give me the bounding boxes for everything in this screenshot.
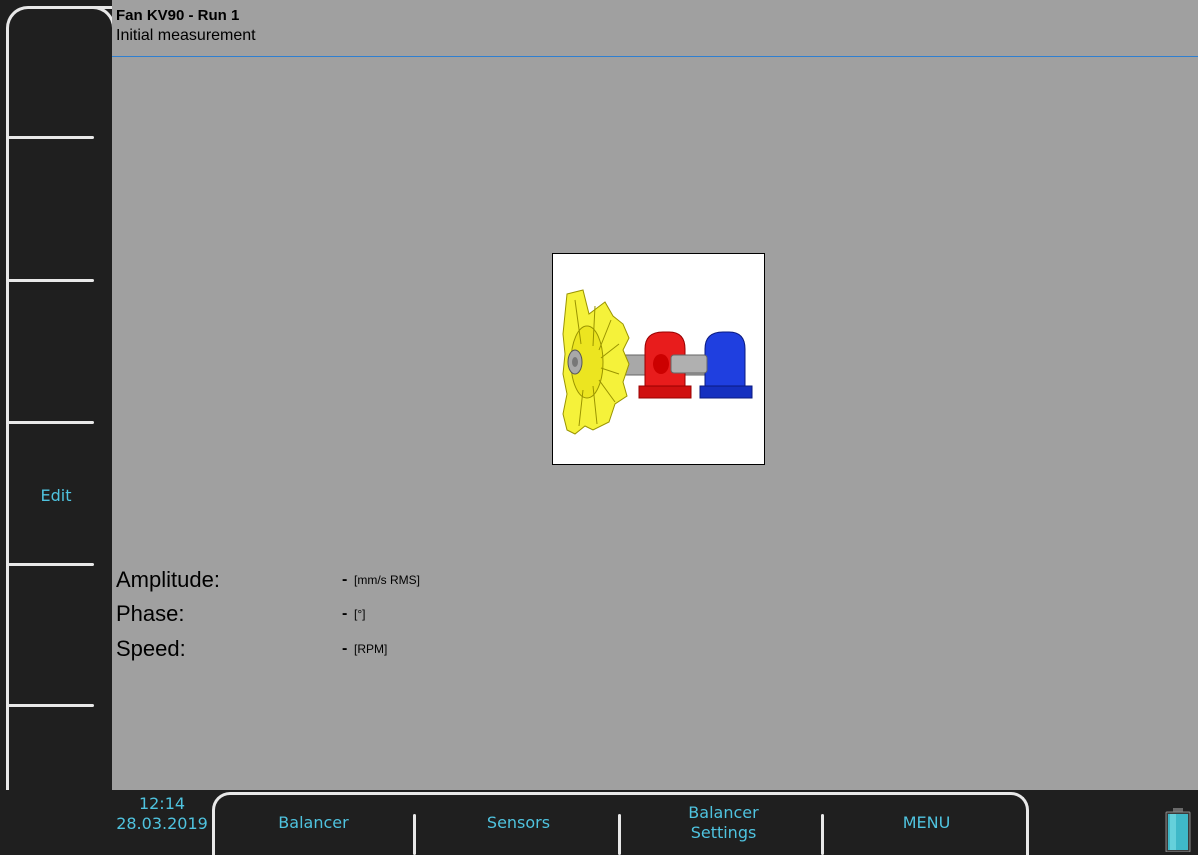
balancer-button[interactable]: Balancer [212, 790, 415, 855]
phase-unit: [°] [354, 607, 366, 621]
bottom-divider [821, 814, 824, 855]
edit-softkey[interactable]: Edit [0, 424, 112, 566]
speed-unit: [RPM] [354, 642, 388, 656]
bearing-blue [699, 331, 753, 399]
clock-time: 12:14 [138, 794, 186, 813]
fan-rotor-illustration [562, 289, 753, 435]
left-softkey-panel: Edit [0, 0, 115, 855]
header-divider [112, 56, 1198, 57]
softkey-1[interactable] [0, 0, 112, 142]
sensors-button[interactable]: Sensors [417, 790, 620, 855]
softkey-5[interactable] [0, 567, 112, 709]
softkey-divider [8, 136, 94, 139]
page-subtitle: Initial measurement [116, 27, 256, 44]
amplitude-label: Amplitude: [116, 567, 220, 592]
amplitude-value: - [342, 571, 348, 588]
amplitude-row: Amplitude: - [mm/s RMS] [116, 565, 420, 595]
bottom-divider [618, 814, 621, 855]
balancer-settings-label-line1: Balancer [688, 802, 759, 822]
speed-value: - [342, 640, 348, 657]
battery-icon [1165, 808, 1191, 852]
sensors-button-label: Sensors [486, 812, 551, 832]
speed-label: Speed: [116, 636, 186, 661]
bottom-softkey-bar: 12:14 28.03.2019 Balancer Sensors Balanc… [0, 790, 1198, 855]
status-clock: 12:14 28.03.2019 [112, 794, 212, 834]
balancer-settings-label-line2: Settings [690, 822, 757, 842]
phase-row: Phase: - [°] [116, 599, 365, 629]
fan-wheel [562, 289, 630, 435]
amplitude-unit: [mm/s RMS] [354, 573, 420, 587]
speed-row: Speed: - [RPM] [116, 634, 387, 664]
main-area: Fan KV90 - Run 1 Initial measurement Amp… [112, 0, 1198, 790]
page-title: Fan KV90 - Run 1 [116, 7, 240, 24]
softkey-2[interactable] [0, 140, 112, 282]
bottom-divider [413, 814, 416, 855]
clock-date: 28.03.2019 [116, 814, 208, 833]
softkey-divider [8, 279, 94, 282]
menu-button-label: MENU [902, 812, 951, 832]
balancer-button-label: Balancer [278, 812, 349, 832]
softkey-divider [8, 704, 94, 707]
balancer-settings-button[interactable]: Balancer Settings [622, 790, 825, 855]
machine-diagram [552, 253, 765, 465]
softkey-3[interactable] [0, 283, 112, 425]
phase-label: Phase: [116, 601, 185, 626]
menu-button[interactable]: MENU [825, 790, 1028, 855]
softkey-divider [8, 563, 94, 566]
phase-value: - [342, 605, 348, 622]
